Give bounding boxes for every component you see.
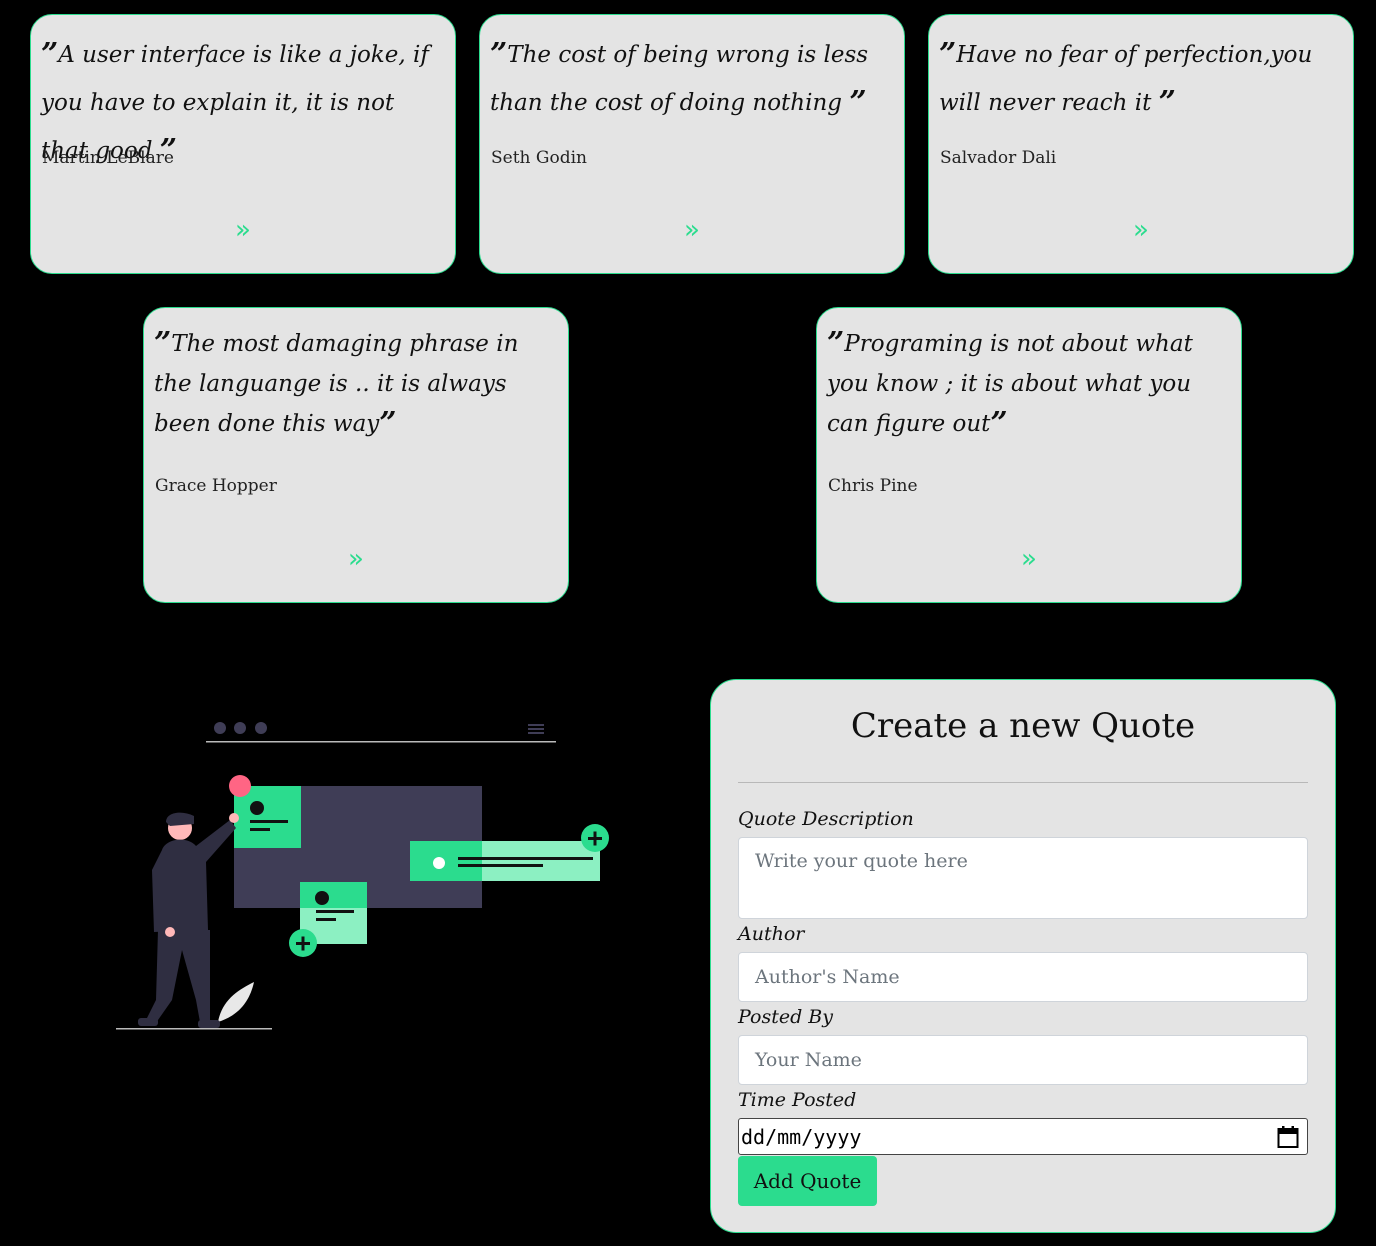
time-posted-label: Time Posted bbox=[738, 1089, 857, 1111]
close-quote-mark: ” bbox=[1158, 85, 1176, 120]
quote-author: Seth Godin bbox=[491, 148, 587, 168]
quote-text: ”The most damaging phrase in the languan… bbox=[154, 326, 519, 441]
time-posted-date-input[interactable]: dd/mm/yyyy bbox=[738, 1118, 1308, 1155]
quote-card: ”Have no fear of perfection,you will nev… bbox=[928, 14, 1354, 274]
close-quote-mark: ” bbox=[990, 406, 1008, 441]
double-chevron-right-icon[interactable]: » bbox=[1021, 546, 1037, 572]
date-placeholder: dd/mm/yyyy bbox=[741, 1124, 862, 1149]
quote-author: Martin LeBlare bbox=[42, 148, 174, 168]
quote-author: Chris Pine bbox=[828, 476, 918, 496]
quote-card: ”The cost of being wrong is less than th… bbox=[479, 14, 905, 274]
quote-description-textarea[interactable]: Write your quote here bbox=[738, 837, 1308, 919]
quote-author: Salvador Dali bbox=[940, 148, 1057, 168]
quote-text: ”Programing is not about what you know ;… bbox=[827, 326, 1193, 441]
posted-by-input[interactable]: Your Name bbox=[738, 1035, 1308, 1085]
open-quote-mark: ” bbox=[827, 326, 845, 361]
open-quote-mark: ” bbox=[490, 37, 508, 72]
form-title: Create a new Quote bbox=[850, 706, 1196, 746]
open-quote-mark: ” bbox=[939, 37, 957, 72]
close-quote-mark: ” bbox=[849, 85, 867, 120]
calendar-icon[interactable] bbox=[1277, 1125, 1299, 1149]
illustration-person-building-ui bbox=[116, 722, 609, 1030]
form-divider bbox=[738, 782, 1308, 783]
double-chevron-right-icon[interactable]: » bbox=[348, 546, 364, 572]
author-input[interactable]: Author's Name bbox=[738, 952, 1308, 1002]
quote-card: ”A user interface is like a joke, if you… bbox=[30, 14, 456, 274]
double-chevron-right-icon[interactable]: » bbox=[1133, 217, 1149, 243]
open-quote-mark: ” bbox=[41, 37, 59, 72]
create-quote-form: Create a new Quote Quote Description Wri… bbox=[710, 679, 1336, 1233]
quote-description-label: Quote Description bbox=[738, 808, 914, 830]
add-quote-button[interactable]: Add Quote bbox=[738, 1156, 877, 1206]
quote-card: ”Programing is not about what you know ;… bbox=[816, 307, 1242, 603]
close-quote-mark: ” bbox=[379, 406, 397, 441]
quote-text: ”The cost of being wrong is less than th… bbox=[490, 37, 869, 120]
quote-card: ”The most damaging phrase in the languan… bbox=[143, 307, 569, 603]
double-chevron-right-icon[interactable]: » bbox=[684, 217, 700, 243]
quote-text: ”Have no fear of perfection,you will nev… bbox=[939, 37, 1313, 120]
author-label: Author bbox=[738, 923, 805, 945]
open-quote-mark: ” bbox=[154, 326, 172, 361]
posted-by-label: Posted By bbox=[738, 1006, 833, 1028]
quote-author: Grace Hopper bbox=[155, 476, 277, 496]
double-chevron-right-icon[interactable]: » bbox=[235, 217, 251, 243]
